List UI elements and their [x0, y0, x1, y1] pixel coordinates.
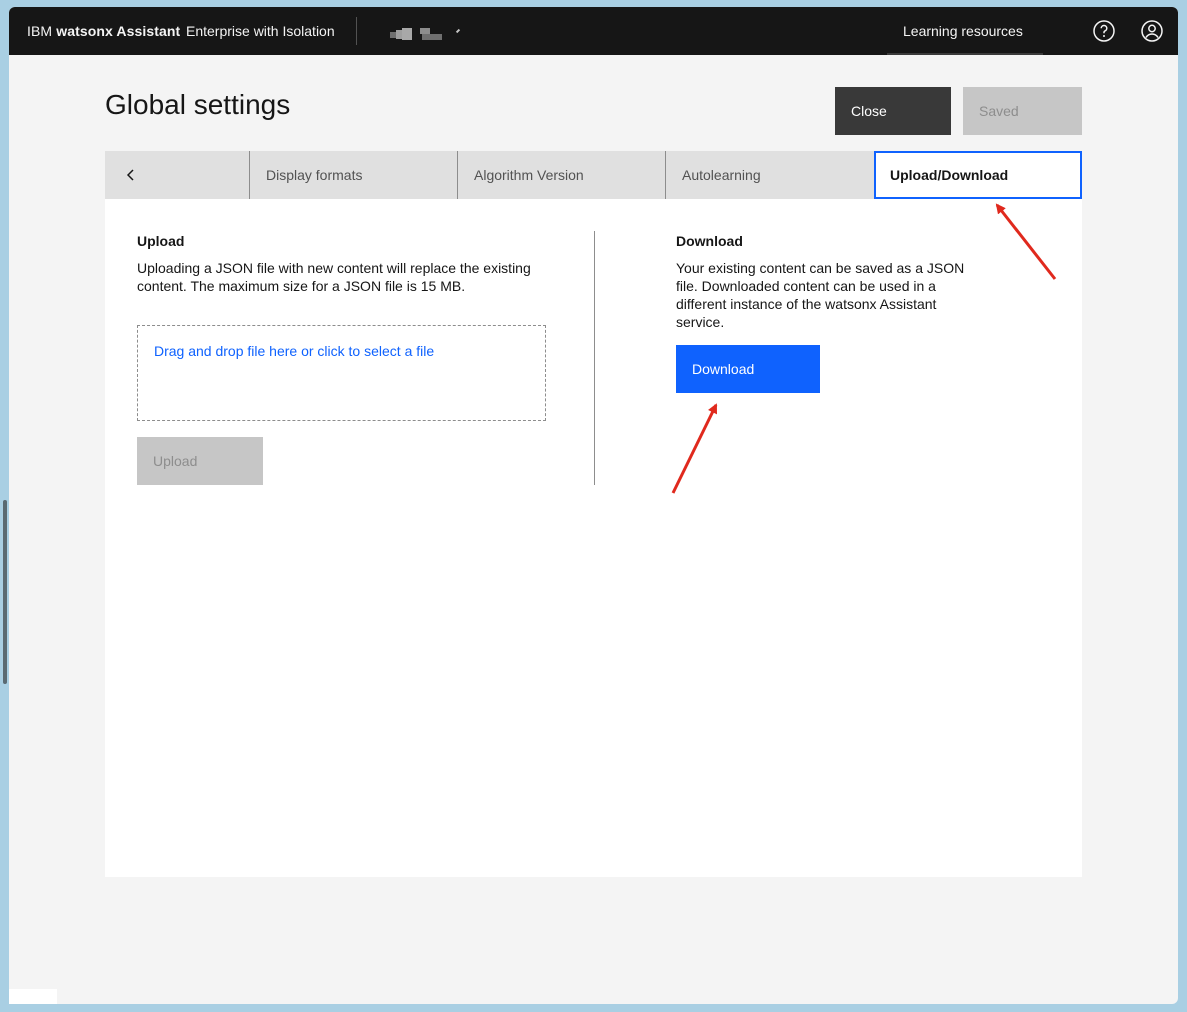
- settings-tabs: Display formats Algorithm Version Autole…: [105, 151, 1082, 199]
- download-description-line-4: service.: [676, 314, 725, 330]
- section-divider: [594, 231, 595, 485]
- file-dropzone[interactable]: Drag and drop file here or click to sele…: [137, 325, 546, 421]
- product-name[interactable]: IBM watsonx Assistant: [27, 23, 180, 39]
- download-description-line-2: file. Downloaded content can be used in …: [676, 278, 936, 294]
- close-button[interactable]: Close: [835, 87, 951, 135]
- upload-download-panel: Upload Uploading a JSON file with new co…: [105, 199, 1082, 877]
- settings-main: Global settings Close Saved Display form…: [105, 55, 1082, 877]
- upload-description-line-1: Uploading a JSON file with new content w…: [137, 260, 531, 276]
- window-edge-scrollbar: [3, 500, 7, 684]
- upload-title: Upload: [137, 233, 185, 249]
- tab-algorithm-version[interactable]: Algorithm Version: [457, 151, 666, 199]
- brand-prefix: IBM: [27, 23, 53, 39]
- plan-label: Enterprise with Isolation: [186, 23, 335, 39]
- page-title: Global settings: [105, 89, 291, 120]
- download-description-line-3: different instance of the watsonx Assist…: [676, 296, 937, 312]
- download-title: Download: [676, 233, 743, 249]
- brand-name: watsonx Assistant: [56, 23, 181, 39]
- help-icon[interactable]: [1092, 19, 1116, 43]
- upload-button[interactable]: Upload: [137, 437, 263, 485]
- tab-autolearning[interactable]: Autolearning: [665, 151, 874, 199]
- saved-button[interactable]: Saved: [963, 87, 1082, 135]
- top-header: IBM watsonx Assistant Enterprise with Is…: [9, 7, 1178, 55]
- instance-switcher[interactable]: [390, 26, 462, 42]
- tab-display-formats[interactable]: Display formats: [249, 151, 458, 199]
- header-divider: [356, 17, 357, 45]
- tab-upload-download[interactable]: Upload/Download: [874, 151, 1082, 199]
- app-window: IBM watsonx Assistant Enterprise with Is…: [9, 7, 1178, 1004]
- chevron-left-icon: [125, 167, 137, 186]
- tabs-scroll-back[interactable]: [105, 151, 250, 199]
- dropzone-link[interactable]: Drag and drop file here or click to sele…: [154, 343, 434, 359]
- learning-resources-link[interactable]: Learning resources: [903, 23, 1023, 39]
- user-avatar-icon[interactable]: [1140, 19, 1164, 43]
- upload-description-line-2: content. The maximum size for a JSON fil…: [137, 278, 466, 294]
- download-description-line-1: Your existing content can be saved as a …: [676, 260, 965, 276]
- download-button[interactable]: Download: [676, 345, 820, 393]
- corner-patch: [9, 989, 57, 1004]
